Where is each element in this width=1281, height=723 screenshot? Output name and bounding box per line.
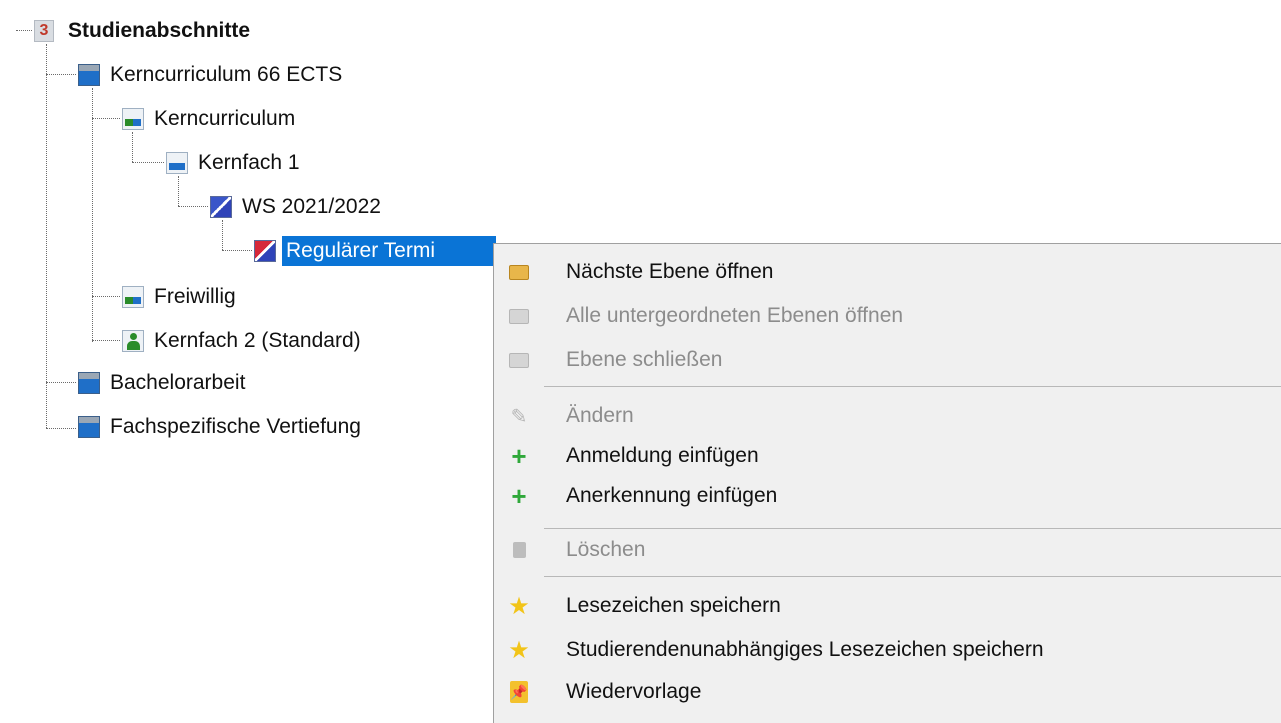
tree-connector [132,132,133,162]
menu-item-label: Löschen [566,538,646,561]
semester-icon [210,196,232,218]
menu-item-open-all-sublevels[interactable]: Alle untergeordneten Ebenen öffnen [494,296,1281,336]
tree-node-freiwillig[interactable]: Freiwillig [122,282,240,312]
pencil-icon: ✎ [510,405,528,428]
menu-item-add-registration[interactable]: + Anmeldung einfügen [494,436,1281,476]
module-icon [166,152,188,174]
tree-node-kerncurriculum[interactable]: Kerncurriculum [122,104,299,134]
menu-item-save-student-independent-bookmark[interactable]: ★ Studierendenunabhängiges Lesezeichen s… [494,630,1281,670]
tree-connector [46,44,47,428]
menu-item-resubmission[interactable]: 📌 Wiedervorlage [494,672,1281,712]
tree-node-bachelorarbeit[interactable]: Bachelorarbeit [78,368,249,398]
person-module-icon [122,330,144,352]
tree-connector [222,250,252,251]
tree-connector [132,162,164,163]
tree-node-label: Kerncurriculum [154,107,296,130]
menu-item-close-level[interactable]: Ebene schließen [494,340,1281,380]
tree-node-label: WS 2021/2022 [242,195,381,218]
menu-item-label: Alle untergeordneten Ebenen öffnen [566,304,904,327]
tree-node-kernfach-1[interactable]: Kernfach 1 [166,148,304,178]
star-icon: ★ [508,636,530,664]
menu-item-edit[interactable]: ✎ Ändern [494,396,1281,436]
tree-node-label: Bachelorarbeit [110,371,246,394]
section-icon [78,64,100,86]
menu-item-open-next-level[interactable]: Nächste Ebene öffnen [494,252,1281,292]
menu-separator [544,386,1281,387]
menu-item-label: Ebene schließen [566,348,723,371]
notepad-icon: 📌 [494,681,544,703]
tree-connector [222,220,223,250]
tree-root-label: Studienabschnitte [68,19,251,42]
folder-expand-icon [494,308,544,324]
menu-item-label: Anerkennung einfügen [566,484,778,507]
trash-icon [494,542,544,558]
menu-item-delete[interactable]: Löschen [494,530,1281,570]
tree-connector [46,74,76,75]
tree-connector [92,88,93,342]
tree-node-label: Kernfach 2 (Standard) [154,329,361,352]
section-icon [78,416,100,438]
menu-item-save-bookmark[interactable]: ★ Lesezeichen speichern [494,586,1281,626]
menu-item-add-recognition[interactable]: + Anerkennung einfügen [494,476,1281,516]
tree-node-fachspezifische-vertiefung[interactable]: Fachspezifische Vertiefung [78,412,365,442]
folder-closed-icon [494,352,544,368]
tree-connector [46,428,76,429]
tree-connector [92,340,120,341]
plus-icon: + [511,481,527,511]
menu-item-label: Studierendenunabhängiges Lesezeichen spe… [566,638,1044,661]
menu-separator [544,528,1281,529]
context-menu: Nächste Ebene öffnen Alle untergeordnete… [493,243,1281,723]
tree-node-label: Freiwillig [154,285,236,308]
menu-separator [544,576,1281,577]
tree-node-label: Kerncurriculum 66 ECTS [110,63,343,86]
menu-item-label: Lesezeichen speichern [566,594,781,617]
tree-node-label-selected: Regulärer Termi [282,236,496,266]
tree-node-label: Fachspezifische Vertiefung [110,415,361,438]
tree-root-studienabschnitte[interactable]: 3 Studienabschnitte [34,16,250,46]
tree-connector [46,382,76,383]
level-number-badge: 3 [34,20,54,42]
tree-connector [178,206,208,207]
exam-date-icon [254,240,276,262]
tree-node-kernfach-2[interactable]: Kernfach 2 (Standard) [122,326,365,356]
menu-item-label: Wiedervorlage [566,680,702,703]
tree-connector [92,296,120,297]
folder-open-icon [494,264,544,280]
tree-node-kerncurriculum-66-ects[interactable]: Kerncurriculum 66 ECTS [78,60,346,90]
tree-node-ws-2021-2022[interactable]: WS 2021/2022 [210,192,385,222]
menu-item-label: Anmeldung einfügen [566,444,759,467]
plus-icon: + [511,441,527,471]
tree-node-regulaerer-termin[interactable]: Regulärer Termi [254,236,496,266]
menu-item-label: Ändern [566,404,634,427]
tree-connector [92,118,120,119]
star-icon: ★ [508,592,530,620]
section-icon [78,372,100,394]
tree-connector [178,176,179,206]
tree-node-label: Kernfach 1 [198,151,300,174]
module-group-icon [122,108,144,130]
menu-item-label: Nächste Ebene öffnen [566,260,774,283]
tree-connector [16,30,32,31]
module-group-icon [122,286,144,308]
